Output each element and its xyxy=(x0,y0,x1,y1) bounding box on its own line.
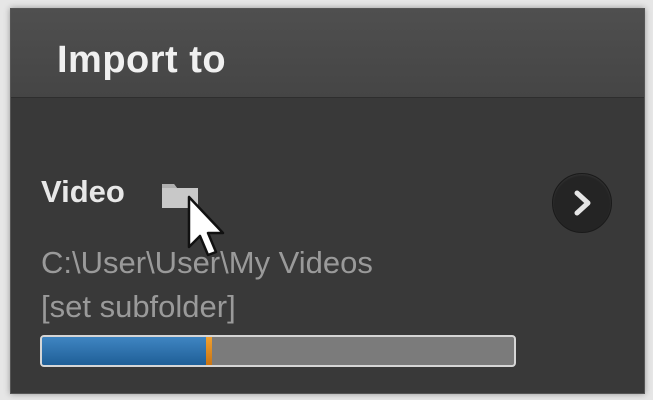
video-label: Video xyxy=(41,174,125,209)
storage-progress-bar xyxy=(40,335,516,367)
video-path: C:\User\User\My Videos xyxy=(41,245,373,280)
chevron-right-icon xyxy=(574,190,591,216)
progress-fill xyxy=(42,337,212,365)
expand-button[interactable] xyxy=(552,173,612,233)
set-subfolder-link[interactable]: [set subfolder] xyxy=(41,289,236,325)
panel-title: Import to xyxy=(57,39,227,81)
import-to-panel: Import to Video C:\User\User\My Videos [… xyxy=(10,8,645,394)
progress-marker xyxy=(205,337,212,365)
panel-header: Import to xyxy=(11,9,644,98)
